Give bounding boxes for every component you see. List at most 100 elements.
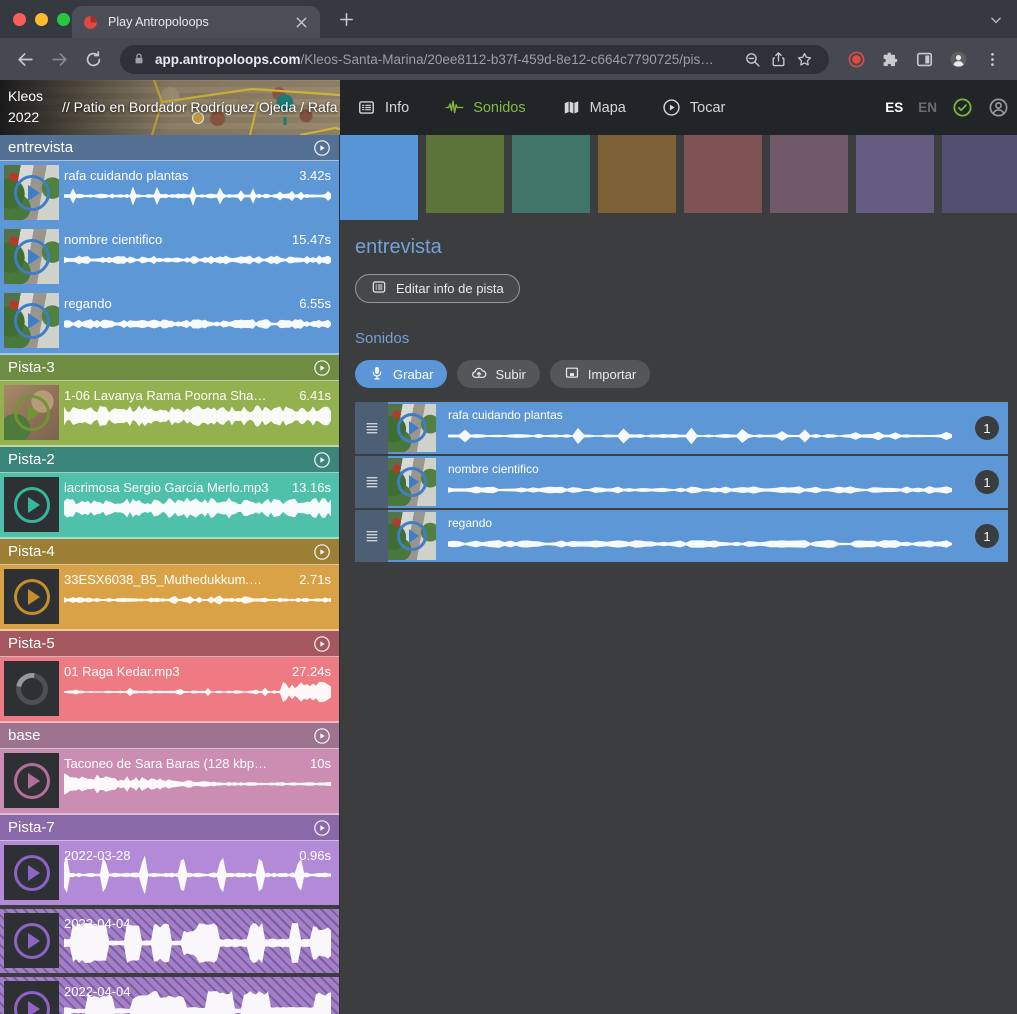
track-color-swatch[interactable]	[856, 135, 934, 213]
edit-track-info-label: Editar info de pista	[396, 281, 504, 296]
track-color-swatch[interactable]	[340, 135, 418, 220]
account-icon[interactable]	[988, 97, 1009, 118]
play-overlay-icon[interactable]	[14, 175, 50, 211]
clip[interactable]: Taconeo de Sara Baras (128 kbps).mp310s	[0, 749, 339, 813]
import-button[interactable]: Importar	[550, 360, 650, 388]
track-header[interactable]: Pista-4	[0, 539, 339, 565]
tab-search-chevron-icon[interactable]	[989, 13, 1003, 27]
address-bar[interactable]: app.antropoloops.com/Kleos-Santa-Marina/…	[120, 45, 829, 74]
profile-avatar[interactable]	[943, 44, 973, 74]
sound-thumbnail[interactable]	[388, 404, 436, 452]
recording-extension-icon[interactable]	[841, 44, 871, 74]
clip-thumbnail[interactable]	[4, 913, 59, 968]
sync-check-icon[interactable]	[952, 97, 973, 118]
nav-item-mapa[interactable]: Mapa	[562, 98, 626, 117]
minimize-window-button[interactable]	[35, 13, 48, 26]
nav-item-info[interactable]: Info	[357, 98, 409, 117]
clip-thumbnail[interactable]	[4, 753, 59, 808]
play-track-icon[interactable]	[313, 139, 331, 157]
close-tab-icon[interactable]	[293, 14, 310, 31]
clip-thumbnail[interactable]	[4, 293, 59, 348]
side-panel-icon[interactable]	[909, 44, 939, 74]
track-header[interactable]: Pista-2	[0, 447, 339, 473]
clip[interactable]: 2022-04-04	[0, 909, 339, 973]
play-overlay-icon[interactable]	[14, 923, 50, 959]
upload-button[interactable]: Subir	[457, 360, 539, 388]
lang-es-button[interactable]: ES	[885, 100, 903, 115]
clip[interactable]: 2022-03-280.96s	[0, 841, 339, 905]
clip-thumbnail[interactable]	[4, 661, 59, 716]
play-overlay-icon[interactable]	[14, 395, 50, 431]
clip[interactable]: nombre cientifico15.47s	[0, 225, 339, 289]
play-overlay-icon[interactable]	[14, 855, 50, 891]
clip[interactable]: regando6.55s	[0, 289, 339, 353]
clip-thumbnail[interactable]	[4, 385, 59, 440]
record-button[interactable]: Grabar	[355, 360, 447, 388]
clip-thumbnail[interactable]	[4, 845, 59, 900]
play-overlay-icon[interactable]	[14, 763, 50, 799]
drag-handle-icon[interactable]	[355, 510, 388, 562]
back-button[interactable]	[10, 44, 40, 74]
track-color-swatch[interactable]	[684, 135, 762, 213]
clip-thumbnail[interactable]	[4, 569, 59, 624]
sound-thumbnail[interactable]	[388, 512, 436, 560]
track-header[interactable]: base	[0, 723, 339, 749]
new-tab-button[interactable]	[338, 11, 355, 28]
sound-row[interactable]: rafa cuidando plantas1	[355, 402, 1008, 454]
clip-thumbnail[interactable]	[4, 229, 59, 284]
play-track-icon[interactable]	[313, 359, 331, 377]
play-overlay-icon[interactable]	[397, 521, 427, 551]
clip[interactable]: rafa cuidando plantas3.42s	[0, 161, 339, 225]
clip-thumbnail[interactable]	[4, 981, 59, 1014]
play-track-icon[interactable]	[313, 635, 331, 653]
play-overlay-icon[interactable]	[397, 467, 427, 497]
track-header[interactable]: Pista-3	[0, 355, 339, 381]
clip-thumbnail[interactable]	[4, 165, 59, 220]
track-color-swatch[interactable]	[512, 135, 590, 213]
nav-item-sonidos[interactable]: Sonidos	[445, 98, 525, 117]
play-track-icon[interactable]	[313, 451, 331, 469]
clip-thumbnail[interactable]	[4, 477, 59, 532]
play-overlay-icon[interactable]	[14, 239, 50, 275]
sound-row[interactable]: nombre cientifico1	[355, 456, 1008, 508]
clip[interactable]: lacrimosa Sergio García Merlo.mp313.16s	[0, 473, 339, 537]
share-icon[interactable]	[765, 46, 791, 72]
fullscreen-window-button[interactable]	[57, 13, 70, 26]
track-header[interactable]: entrevista	[0, 135, 339, 161]
edit-track-info-button[interactable]: Editar info de pista	[355, 274, 520, 303]
app-logo[interactable]: Kleos 2022	[8, 86, 43, 128]
drag-handle-icon[interactable]	[355, 456, 388, 508]
track-color-swatch[interactable]	[770, 135, 848, 213]
clip[interactable]: 2022-04-04	[0, 977, 339, 1014]
play-track-icon[interactable]	[313, 543, 331, 561]
track-color-swatch[interactable]	[598, 135, 676, 213]
play-overlay-icon[interactable]	[14, 991, 50, 1014]
drag-handle-icon[interactable]	[355, 402, 388, 454]
play-overlay-icon[interactable]	[14, 487, 50, 523]
clip[interactable]: 1-06 Lavanya Rama Poorna Shadjam Rupak…6…	[0, 381, 339, 445]
clip[interactable]: 01 Raga Kedar.mp327.24s	[0, 657, 339, 721]
play-overlay-icon[interactable]	[14, 303, 50, 339]
close-window-button[interactable]	[13, 13, 26, 26]
track-color-swatch[interactable]	[426, 135, 504, 213]
sound-row[interactable]: regando1	[355, 510, 1008, 562]
sound-thumbnail[interactable]	[388, 458, 436, 506]
extensions-puzzle-icon[interactable]	[875, 44, 905, 74]
nav-item-tocar[interactable]: Tocar	[662, 98, 725, 117]
zoom-out-icon[interactable]	[739, 46, 765, 72]
play-track-icon[interactable]	[313, 819, 331, 837]
forward-button[interactable]	[44, 44, 74, 74]
reload-button[interactable]	[78, 44, 108, 74]
url-text[interactable]: app.antropoloops.com/Kleos-Santa-Marina/…	[155, 52, 739, 67]
bookmark-star-icon[interactable]	[791, 46, 817, 72]
play-track-icon[interactable]	[313, 727, 331, 745]
track-header[interactable]: Pista-5	[0, 631, 339, 657]
play-overlay-icon[interactable]	[397, 413, 427, 443]
track-color-swatch[interactable]	[942, 135, 1017, 213]
lang-en-button[interactable]: EN	[918, 100, 937, 115]
browser-tab[interactable]: Play Antropoloops	[72, 6, 320, 38]
browser-menu-kebab-icon[interactable]	[977, 44, 1007, 74]
play-overlay-icon[interactable]	[14, 579, 50, 615]
track-header[interactable]: Pista-7	[0, 815, 339, 841]
clip[interactable]: 33ESX6038_B5_Muthedukkum.mp32.71s	[0, 565, 339, 629]
